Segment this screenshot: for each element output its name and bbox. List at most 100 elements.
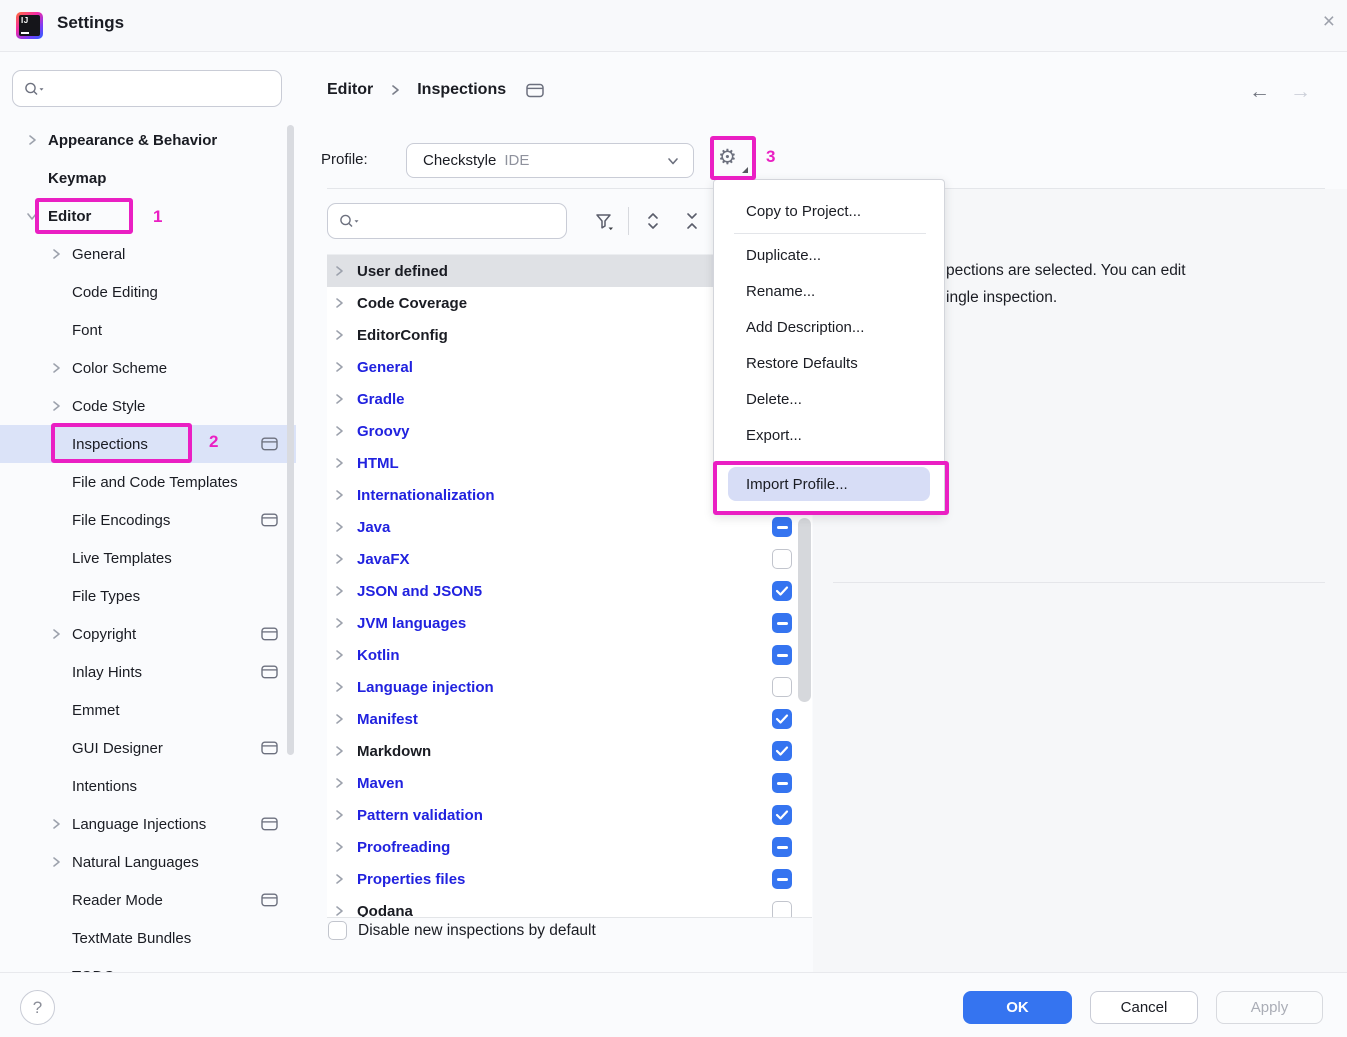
tree-row-maven[interactable]: Maven	[327, 767, 812, 799]
menu-item-add-description[interactable]: Add Description...	[714, 309, 944, 345]
sidebar-item-code-style[interactable]: Code Style	[0, 387, 296, 425]
sidebar-item-appearance-behavior[interactable]: Appearance & Behavior	[0, 121, 296, 159]
chevron-right-icon	[331, 743, 347, 759]
close-icon[interactable]: ×	[1323, 11, 1335, 32]
back-arrow-icon[interactable]: ←	[1249, 80, 1270, 104]
profile-label: Profile:	[321, 151, 368, 168]
tree-row-label: Properties files	[357, 871, 465, 888]
expand-all-icon[interactable]	[641, 209, 665, 233]
tree-row-label: JVM languages	[357, 615, 466, 632]
checkbox-manifest[interactable]	[772, 709, 792, 729]
checkbox-kotlin[interactable]	[772, 645, 792, 665]
intellij-logo-icon: IJ	[16, 12, 43, 39]
sidebar-item-inspections[interactable]: Inspections	[0, 425, 296, 463]
menu-item-restore-defaults[interactable]: Restore Defaults	[714, 345, 944, 381]
checkbox-json-and-json5[interactable]	[772, 581, 792, 601]
sidebar-item-editor[interactable]: Editor	[0, 197, 296, 235]
checkbox-java[interactable]	[772, 517, 792, 537]
inspections-search-input[interactable]	[360, 213, 566, 230]
checkbox-markdown[interactable]	[772, 741, 792, 761]
chevron-right-icon	[48, 398, 64, 414]
chevron-right-icon	[331, 807, 347, 823]
tree-row-javafx[interactable]: JavaFX	[327, 543, 812, 575]
menu-item-export[interactable]: Export...	[714, 417, 944, 453]
sidebar-item-file-encodings[interactable]: File Encodings	[0, 501, 296, 539]
checkbox-proofreading[interactable]	[772, 837, 792, 857]
checkbox-qodana[interactable]	[772, 901, 792, 918]
profile-actions-gear-icon[interactable]: ⚙	[718, 146, 746, 172]
sidebar-item-font[interactable]: Font	[0, 311, 296, 349]
tree-row-label: Qodana	[357, 903, 413, 919]
history-nav: ← →	[1249, 80, 1311, 104]
sidebar-item-intentions[interactable]: Intentions	[0, 767, 296, 805]
sidebar-item-label: Live Templates	[72, 550, 172, 567]
menu-item-rename[interactable]: Rename...	[714, 273, 944, 309]
checkbox-pattern-validation[interactable]	[772, 805, 792, 825]
tree-row-jvm-languages[interactable]: JVM languages	[327, 607, 812, 639]
sidebar-item-file-and-code-templates[interactable]: File and Code Templates	[0, 463, 296, 501]
sidebar-item-label: Copyright	[72, 626, 136, 643]
sidebar-item-natural-languages[interactable]: Natural Languages	[0, 843, 296, 881]
ok-button[interactable]: OK	[963, 991, 1072, 1024]
menu-item-copy-to-project[interactable]: Copy to Project...	[714, 193, 944, 229]
breadcrumb-inspections[interactable]: Inspections	[417, 81, 506, 99]
chevron-down-icon	[24, 208, 40, 224]
tree-scrollbar[interactable]	[798, 518, 811, 702]
tree-row-manifest[interactable]: Manifest	[327, 703, 812, 735]
tree-row-kotlin[interactable]: Kotlin	[327, 639, 812, 671]
profile-dropdown[interactable]: Checkstyle IDE	[406, 143, 694, 178]
annotation-number-1: 1	[153, 207, 162, 227]
chevron-right-icon	[331, 519, 347, 535]
sidebar-item-general[interactable]: General	[0, 235, 296, 273]
sidebar-search-box[interactable]	[12, 70, 282, 107]
sidebar-item-color-scheme[interactable]: Color Scheme	[0, 349, 296, 387]
menu-item-duplicate[interactable]: Duplicate...	[714, 237, 944, 273]
sidebar-item-language-injections[interactable]: Language Injections	[0, 805, 296, 843]
sidebar-item-copyright[interactable]: Copyright	[0, 615, 296, 653]
checkbox-maven[interactable]	[772, 773, 792, 793]
tree-row-json-and-json5[interactable]: JSON and JSON5	[327, 575, 812, 607]
breadcrumb-editor[interactable]: Editor	[327, 81, 373, 99]
chevron-right-icon	[48, 246, 64, 262]
collapse-all-icon[interactable]	[680, 209, 704, 233]
chevron-right-icon	[331, 903, 347, 918]
sidebar-item-keymap[interactable]: Keymap	[0, 159, 296, 197]
apply-button[interactable]: Apply	[1216, 991, 1323, 1024]
chevron-down-icon	[665, 153, 681, 169]
menu-item-import-profile[interactable]: Import Profile...	[728, 467, 930, 501]
sidebar-search-input[interactable]	[45, 80, 281, 97]
sidebar-item-inlay-hints[interactable]: Inlay Hints	[0, 653, 296, 691]
inspections-search-box[interactable]	[327, 203, 567, 239]
tree-row-markdown[interactable]: Markdown	[327, 735, 812, 767]
profile-scope: IDE	[504, 152, 529, 169]
checkbox-javafx[interactable]	[772, 549, 792, 569]
sidebar-item-textmate-bundles[interactable]: TextMate Bundles	[0, 919, 296, 957]
tree-row-properties-files[interactable]: Properties files	[327, 863, 812, 895]
sidebar-item-live-templates[interactable]: Live Templates	[0, 539, 296, 577]
sidebar-scrollbar[interactable]	[287, 125, 294, 755]
checkbox-properties-files[interactable]	[772, 869, 792, 889]
sidebar-item-emmet[interactable]: Emmet	[0, 691, 296, 729]
disable-new-inspections-checkbox[interactable]	[328, 921, 347, 940]
tree-row-language-injection[interactable]: Language injection	[327, 671, 812, 703]
sidebar-item-code-editing[interactable]: Code Editing	[0, 273, 296, 311]
help-button[interactable]: ?	[20, 990, 55, 1025]
cancel-button[interactable]: Cancel	[1090, 991, 1198, 1024]
sidebar-item-file-types[interactable]: File Types	[0, 577, 296, 615]
checkbox-jvm-languages[interactable]	[772, 613, 792, 633]
checkbox-language-injection[interactable]	[772, 677, 792, 697]
forward-arrow-icon[interactable]: →	[1290, 80, 1311, 104]
filter-icon[interactable]	[592, 209, 616, 233]
sidebar-item-reader-mode[interactable]: Reader Mode	[0, 881, 296, 919]
tree-row-qodana[interactable]: Qodana	[327, 895, 812, 918]
tree-row-proofreading[interactable]: Proofreading	[327, 831, 812, 863]
sidebar-item-label: Color Scheme	[72, 360, 167, 377]
tree-row-pattern-validation[interactable]: Pattern validation	[327, 799, 812, 831]
chevron-right-icon	[331, 679, 347, 695]
chevron-right-icon	[331, 647, 347, 663]
sidebar-item-todo[interactable]: TODO	[0, 957, 296, 972]
menu-item-delete[interactable]: Delete...	[714, 381, 944, 417]
search-icon	[338, 213, 360, 229]
tree-row-java[interactable]: Java	[327, 511, 812, 543]
sidebar-item-gui-designer[interactable]: GUI Designer	[0, 729, 296, 767]
